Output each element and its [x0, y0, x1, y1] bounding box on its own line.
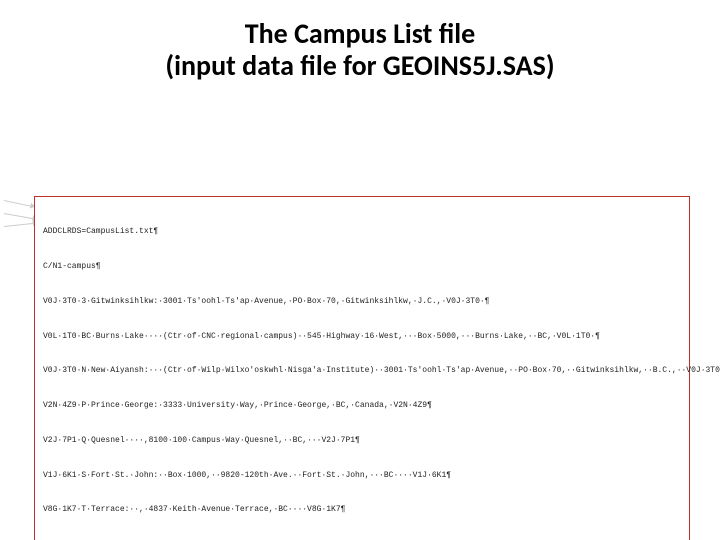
- file-line: C/N1-campus¶: [43, 261, 681, 273]
- title-line-2: (input data file for GEOINS5J.SAS): [0, 50, 720, 82]
- file-line: V2N·4Z9·P·Prince·George:·3333·University…: [43, 400, 681, 412]
- pointer-arrow-1: [4, 200, 32, 207]
- file-contents-box: ADDCLRDS=CampusList.txt¶ C/N1-campus¶ V0…: [34, 196, 690, 540]
- pointer-arrow-3: [4, 223, 34, 227]
- file-line: V2J·7P1·Q·Quesnel····,8100·100·Campus·Wa…: [43, 435, 681, 447]
- slide: The Campus List file (input data file fo…: [0, 0, 720, 540]
- file-line: V0L·1T0·BC·Burns·Lake····(Ctr·of·CNC·reg…: [43, 331, 681, 343]
- file-line: V0J·3T0·3·Gitwinksihlkw:·3001·Ts'oohl·Ts…: [43, 296, 681, 308]
- file-line: V0J·3T0·N·New·Aiyansh:···(Ctr·of·Wilp·Wi…: [43, 365, 681, 377]
- file-box-container: ADDCLRDS=CampusList.txt¶ C/N1-campus¶ V0…: [34, 196, 690, 540]
- title-line-1: The Campus List file: [0, 18, 720, 50]
- file-lines: ADDCLRDS=CampusList.txt¶ C/N1-campus¶ V0…: [43, 203, 681, 540]
- file-line: V1J·6K1·S·Fort·St.·John:··Box·1000,··982…: [43, 470, 681, 482]
- file-line: ADDCLRDS=CampusList.txt¶: [43, 226, 681, 238]
- file-line: V8G·1K7·T·Terrace:··,·4837·Keith·Avenue·…: [43, 504, 681, 516]
- title-block: The Campus List file (input data file fo…: [0, 0, 720, 82]
- pointer-arrow-2: [4, 213, 34, 219]
